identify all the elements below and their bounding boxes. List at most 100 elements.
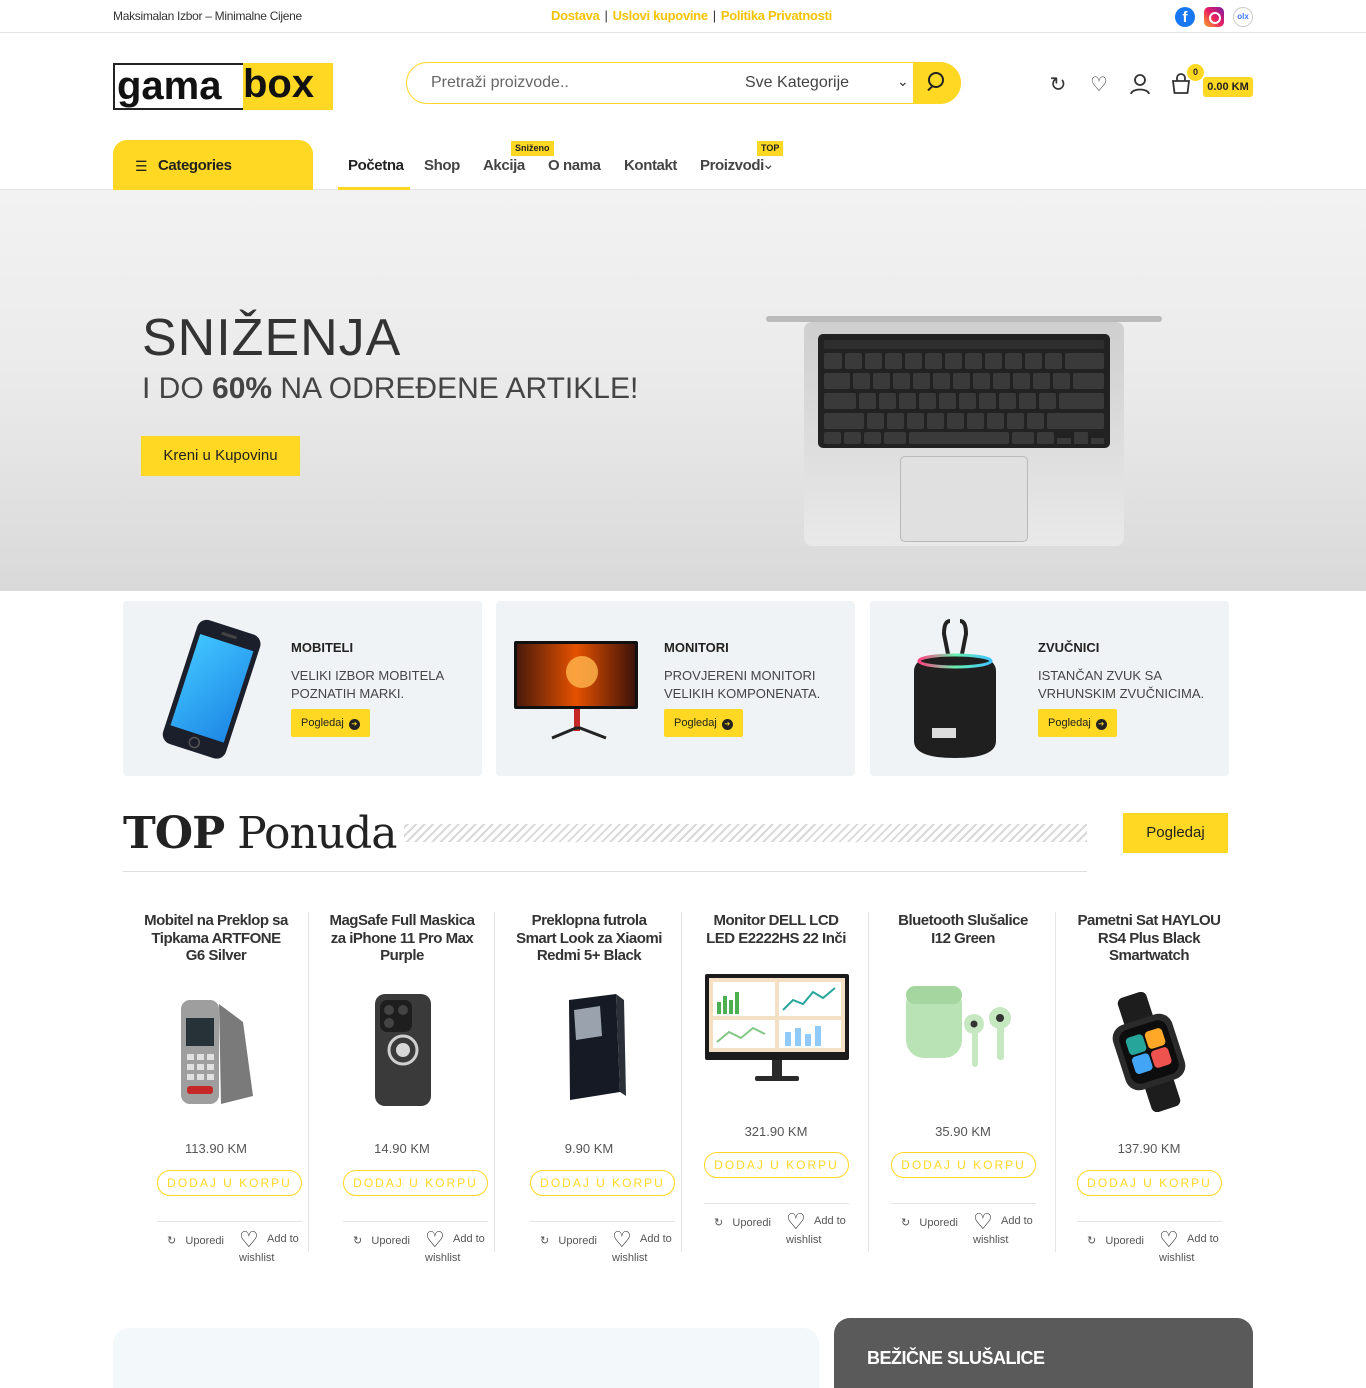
product-price: 137.90 KM	[1117, 1141, 1181, 1156]
product-image[interactable]	[898, 974, 1028, 1094]
wishlist-link[interactable]: ♡ Add to wishlist	[786, 1209, 846, 1250]
add-to-cart-button[interactable]: DODAJ U KORPU	[343, 1170, 488, 1196]
section-view-all-button[interactable]: Pogledaj	[1123, 813, 1228, 853]
facebook-icon[interactable]: f	[1175, 7, 1195, 27]
search-button[interactable]	[913, 62, 961, 104]
wishlist-link[interactable]: ♡ Add to wishlist	[973, 1209, 1033, 1250]
laptop-image	[766, 314, 1162, 546]
product-card[interactable]: Monitor DELL LCD LED E2222HS 22 Inči 321…	[683, 912, 869, 1252]
link-uslovi-kupovine[interactable]: Uslovi kupovine	[613, 8, 709, 23]
wishlist-link[interactable]: ♡ Add to wishlist	[1159, 1227, 1219, 1268]
product-image[interactable]	[337, 992, 467, 1112]
pogledaj-button[interactable]: Pogledaj	[664, 709, 743, 737]
heart-icon: ♡	[973, 1209, 993, 1234]
category-desc: PROVJERENI MONITORI VELIKIH KOMPONENATA.	[664, 668, 821, 701]
product-card[interactable]: Mobitel na Preklop sa Tipkama ARTFONE G6…	[123, 912, 309, 1264]
nav-shop[interactable]: Shop	[424, 157, 460, 174]
compare-link[interactable]: ↻ Uporedi	[901, 1216, 958, 1229]
link-dostava[interactable]: Dostava	[551, 8, 600, 23]
user-icon[interactable]	[1128, 73, 1152, 97]
product-image[interactable]	[705, 974, 855, 1094]
promo-panel-right[interactable]: BEŽIČNE SLUŠALICE	[834, 1318, 1253, 1388]
nav-kontakt[interactable]: Kontakt	[624, 157, 677, 174]
add-to-cart-button[interactable]: DODAJ U KORPU	[157, 1170, 302, 1196]
compare-link[interactable]: ↻ Uporedi	[714, 1216, 771, 1229]
add-to-cart-button[interactable]: DODAJ U KORPU	[1077, 1170, 1222, 1196]
category-card-monitori[interactable]: MONITORI PROVJERENI MONITORI VELIKIH KOM…	[496, 601, 855, 776]
promo-panel-left	[113, 1328, 819, 1388]
add-to-cart-button[interactable]: DODAJ U KORPU	[704, 1152, 849, 1178]
product-divider	[1077, 1221, 1222, 1222]
product-card[interactable]: Preklopna futrola Smart Look za Xiaomi R…	[496, 912, 682, 1264]
nav-pocetna[interactable]: Početna	[348, 157, 404, 174]
pogledaj-button[interactable]: Pogledaj	[1038, 709, 1117, 737]
add-to-cart-button[interactable]: DODAJ U KORPU	[891, 1152, 1036, 1178]
pogledaj-button[interactable]: Pogledaj	[291, 709, 370, 737]
logo-text-gama: gama	[113, 63, 243, 110]
nav-proizvodi[interactable]: Proizvodi	[700, 157, 764, 174]
hero-title: SNIŽENJA	[142, 309, 402, 367]
nav-o-nama[interactable]: O nama	[548, 157, 601, 174]
add-to-cart-button[interactable]: DODAJ U KORPU	[530, 1170, 675, 1196]
nav-badge-top: TOP	[757, 141, 784, 156]
compare-link[interactable]: ↻ Uporedi	[353, 1234, 410, 1247]
product-name[interactable]: Preklopna futrola Smart Look za Xiaomi R…	[516, 912, 662, 965]
logo[interactable]: gama box	[113, 63, 333, 110]
top-bar: Maksimalan Izbor – Minimalne Cijene Dost…	[0, 0, 1366, 33]
section-divider	[123, 871, 1087, 872]
product-image[interactable]	[524, 992, 654, 1112]
category-card-mobiteli[interactable]: MOBITELI VELIKI IZBOR MOBITELA POZNATIH …	[123, 601, 482, 776]
olx-icon[interactable]: olx	[1233, 7, 1253, 27]
category-card-zvucnici[interactable]: ZVUČNICI ISTANČAN ZVUK SA VRHUNSKIM ZVUČ…	[870, 601, 1229, 776]
product-image[interactable]	[1084, 991, 1214, 1113]
wishlist-link[interactable]: ♡ Add to wishlist	[612, 1227, 672, 1268]
instagram-icon[interactable]	[1204, 7, 1224, 27]
section-stripes	[404, 824, 1087, 842]
product-price: 9.90 KM	[564, 1141, 614, 1156]
compare-link[interactable]: ↻ Uporedi	[540, 1234, 597, 1247]
category-title: MONITORI	[664, 640, 729, 655]
compare-link[interactable]: ↻ Uporedi	[167, 1234, 224, 1247]
product-divider	[530, 1221, 675, 1222]
speaker-image	[888, 616, 1018, 761]
heart-icon: ♡	[786, 1209, 806, 1234]
product-price: 321.90 KM	[744, 1124, 808, 1139]
product-price: 113.90 KM	[185, 1141, 247, 1156]
product-name[interactable]: Pametni Sat HAYLOU RS4 Plus Black Smartw…	[1076, 912, 1222, 965]
category-select[interactable]: Sve Kategorije	[745, 74, 849, 92]
product-divider	[704, 1203, 849, 1204]
wishlist-link[interactable]: ♡ Add to wishlist	[425, 1229, 485, 1268]
category-desc: VELIKI IZBOR MOBITELA POZNATIH MARKI.	[291, 668, 444, 701]
compare-icon[interactable]: ↻	[1046, 73, 1070, 97]
separator: |	[604, 8, 608, 23]
link-politika-privatnosti[interactable]: Politika Privatnosti	[721, 8, 832, 23]
product-divider	[891, 1203, 1036, 1204]
search-input[interactable]: Pretraži proizvode..	[431, 74, 569, 92]
heart-icon[interactable]: ♡	[1087, 73, 1111, 97]
cart-count-badge: 0	[1187, 64, 1204, 81]
wishlist-link[interactable]: ♡ Add to wishlist	[239, 1229, 299, 1268]
nav-akcija[interactable]: Akcija	[483, 157, 525, 174]
heart-icon: ♡	[1159, 1227, 1179, 1252]
product-name[interactable]: Monitor DELL LCD LED E2222HS 22 Inči	[703, 912, 849, 947]
nav-badge-snizeno: Sniženo	[511, 141, 554, 156]
cart-total[interactable]: 0.00 KM	[1203, 77, 1253, 97]
product-name[interactable]: Bluetooth Slušalice I12 Green	[890, 912, 1036, 947]
heart-icon: ♡	[612, 1227, 632, 1252]
hero-cta-button[interactable]: Kreni u Kupovinu	[141, 436, 300, 476]
phone-image	[141, 616, 271, 761]
categories-button[interactable]: ☰ Categories	[113, 140, 313, 190]
product-image[interactable]	[151, 992, 281, 1112]
category-title: ZVUČNICI	[1038, 640, 1100, 655]
search-bar: Pretraži proizvode.. Sve Kategorije ⌄	[406, 62, 961, 104]
product-card[interactable]: Bluetooth Slušalice I12 Green 35.90 KM D…	[870, 912, 1056, 1252]
menu-icon: ☰	[135, 158, 148, 174]
monitor-image	[514, 616, 644, 761]
product-name[interactable]: MagSafe Full Maskica za iPhone 11 Pro Ma…	[329, 912, 475, 965]
product-card[interactable]: Pametni Sat HAYLOU RS4 Plus Black Smartw…	[1056, 912, 1242, 1264]
product-name[interactable]: Mobitel na Preklop sa Tipkama ARTFONE G6…	[143, 912, 289, 965]
compare-link[interactable]: ↻ Uporedi	[1087, 1234, 1144, 1247]
product-card[interactable]: MagSafe Full Maskica za iPhone 11 Pro Ma…	[309, 912, 495, 1264]
hero-banner: SNIŽENJA I DO 60% NA ODREĐENE ARTIKLE! K…	[0, 190, 1366, 591]
top-links: Dostava | Uslovi kupovine | Politika Privatn…	[551, 8, 832, 23]
